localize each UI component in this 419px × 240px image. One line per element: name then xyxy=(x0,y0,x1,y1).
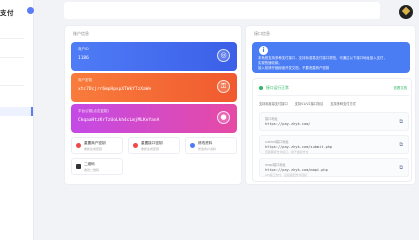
sidebar-divider xyxy=(0,57,24,58)
endpoint-item: mapi接口地址 https://pay.zhyk.com/mapi.php A… xyxy=(259,158,409,177)
brand-title: 支付 xyxy=(0,9,14,17)
api-status-text: 接口运行正常 xyxy=(266,85,289,90)
key-icon: ⚿ xyxy=(217,80,230,93)
edit-icon xyxy=(190,143,195,148)
api-docs-link[interactable]: 查看文档 xyxy=(393,85,407,90)
info-icon: i xyxy=(259,46,268,55)
merchant-key-card[interactable]: 商户密钥 xtc7Dcjrr6mpHpxpXTWkYTzXaWe ⚿ xyxy=(71,73,237,102)
sidebar-collapse-icon[interactable] xyxy=(27,7,34,14)
sidebar-divider xyxy=(0,85,24,86)
api-section-title: 接口信息 xyxy=(254,31,270,36)
notice-text: 本系统支持多种支付接口，支持标准易支付接口规范，可通过以下接口地址接入支付， xyxy=(258,56,387,60)
qrcode-icon xyxy=(76,164,81,169)
link-icon[interactable]: ⧉ xyxy=(399,142,403,148)
edit-profile-button[interactable]: 修改资料 修改商户资料 xyxy=(185,137,237,154)
action-desc: 重新生成密钥 xyxy=(84,147,103,151)
sidebar-active-indicator xyxy=(31,107,33,116)
platform-pubkey-card[interactable]: 平台公钥(点击复制) CkqaaHtzKrTzUoLkh4cLmjMLKeYan… xyxy=(71,104,237,133)
notice-warning: 接入前请仔细阅读开发文档，不要泄露商户密钥 xyxy=(258,66,330,70)
action-desc: 收款二维码 xyxy=(84,168,100,172)
reset-icon xyxy=(76,143,81,148)
endpoint-desc: 页面跳转支付接口，用于发起支付 xyxy=(265,150,309,154)
reset-merchant-key-button[interactable]: 重置商户密钥 重新生成密钥 xyxy=(71,137,123,154)
action-desc: 重新生成密钥 xyxy=(141,147,160,151)
feature-item: 支持多种支付方式 xyxy=(330,102,356,106)
endpoint-item: 接口地址 https://pay.zhyk.com/ ⧉ xyxy=(259,112,409,131)
sidebar-item-active[interactable] xyxy=(0,107,33,116)
reset-icon xyxy=(133,143,138,148)
endpoint-url[interactable]: https://pay.zhyk.com/ xyxy=(265,122,310,126)
action-title: 二维码 xyxy=(84,162,95,166)
status-dot-icon xyxy=(259,86,263,90)
action-title: 重置商户密钥 xyxy=(84,141,106,145)
endpoint-label: 接口地址 xyxy=(265,117,278,121)
merchant-key-value[interactable]: xtc7Dcjrr6mpHpxpXTWkYTzXaWe xyxy=(78,87,151,92)
platform-pubkey-value[interactable]: CkqaaHtzKrTzUoLkh4cLmjMLKeYanA xyxy=(78,118,159,123)
merchant-id-value: 1186 xyxy=(78,56,89,61)
merchant-id-card: 商户ID 1186 ◎ xyxy=(71,42,237,71)
api-notice: i 本系统支持多种支付接口，支持标准易支付接口规范，可通过以下接口地址接入支付，… xyxy=(252,42,410,73)
top-bar xyxy=(64,2,380,19)
reset-api-key-button[interactable]: 重置接口密钥 重新生成密钥 xyxy=(128,137,180,154)
platform-pubkey-label: 平台公钥(点击复制) xyxy=(78,109,109,113)
account-card: 账户信息 商户ID 1186 ◎ 商户密钥 xtc7Dcjrr6mpHpxpXT… xyxy=(64,25,242,185)
feature-item: 支持标准易支付接口 xyxy=(259,102,288,106)
api-endpoints-panel: 接口运行正常 查看文档 支持标准易支付接口 支持V1/V2接口协议 支持多种支付… xyxy=(252,78,412,182)
api-features: 支持标准易支付接口 支持V1/V2接口协议 支持多种支付方式 xyxy=(259,101,362,106)
sidebar-divider xyxy=(0,38,24,39)
divider xyxy=(257,95,409,96)
notice-text: 实现快速收款。 xyxy=(258,61,282,65)
action-title: 重置接口密钥 xyxy=(141,141,163,145)
lock-icon: ● xyxy=(217,111,230,124)
feature-item: 支持V1/V2接口协议 xyxy=(294,102,324,106)
endpoint-item: submit接口地址 https://pay.zhyk.com/submit.p… xyxy=(259,135,409,154)
merchant-id-label: 商户ID xyxy=(78,47,89,51)
merchant-key-label: 商户密钥 xyxy=(78,78,92,82)
api-status-row: 接口运行正常 查看文档 xyxy=(257,84,409,93)
account-section-title: 账户信息 xyxy=(73,31,89,36)
action-desc: 修改商户资料 xyxy=(198,147,217,151)
sidebar: 支付 xyxy=(0,0,34,240)
endpoint-url[interactable]: https://pay.zhyk.com/mapi.php xyxy=(265,168,328,172)
endpoint-desc: API接口支付，直接返回支付链接 xyxy=(265,173,308,177)
qrcode-button[interactable]: 二维码 收款二维码 xyxy=(71,158,123,175)
avatar[interactable] xyxy=(399,5,413,19)
api-card: 接口信息 i 本系统支持多种支付接口，支持标准易支付接口规范，可通过以下接口地址… xyxy=(245,25,416,185)
link-icon[interactable]: ⧉ xyxy=(399,165,403,171)
action-title: 修改资料 xyxy=(198,141,213,145)
endpoint-label: submit接口地址 xyxy=(265,140,289,144)
id-icon: ◎ xyxy=(217,49,230,62)
link-icon[interactable]: ⧉ xyxy=(399,119,403,125)
endpoint-url[interactable]: https://pay.zhyk.com/submit.php xyxy=(265,145,332,149)
endpoint-label: mapi接口地址 xyxy=(265,163,286,167)
